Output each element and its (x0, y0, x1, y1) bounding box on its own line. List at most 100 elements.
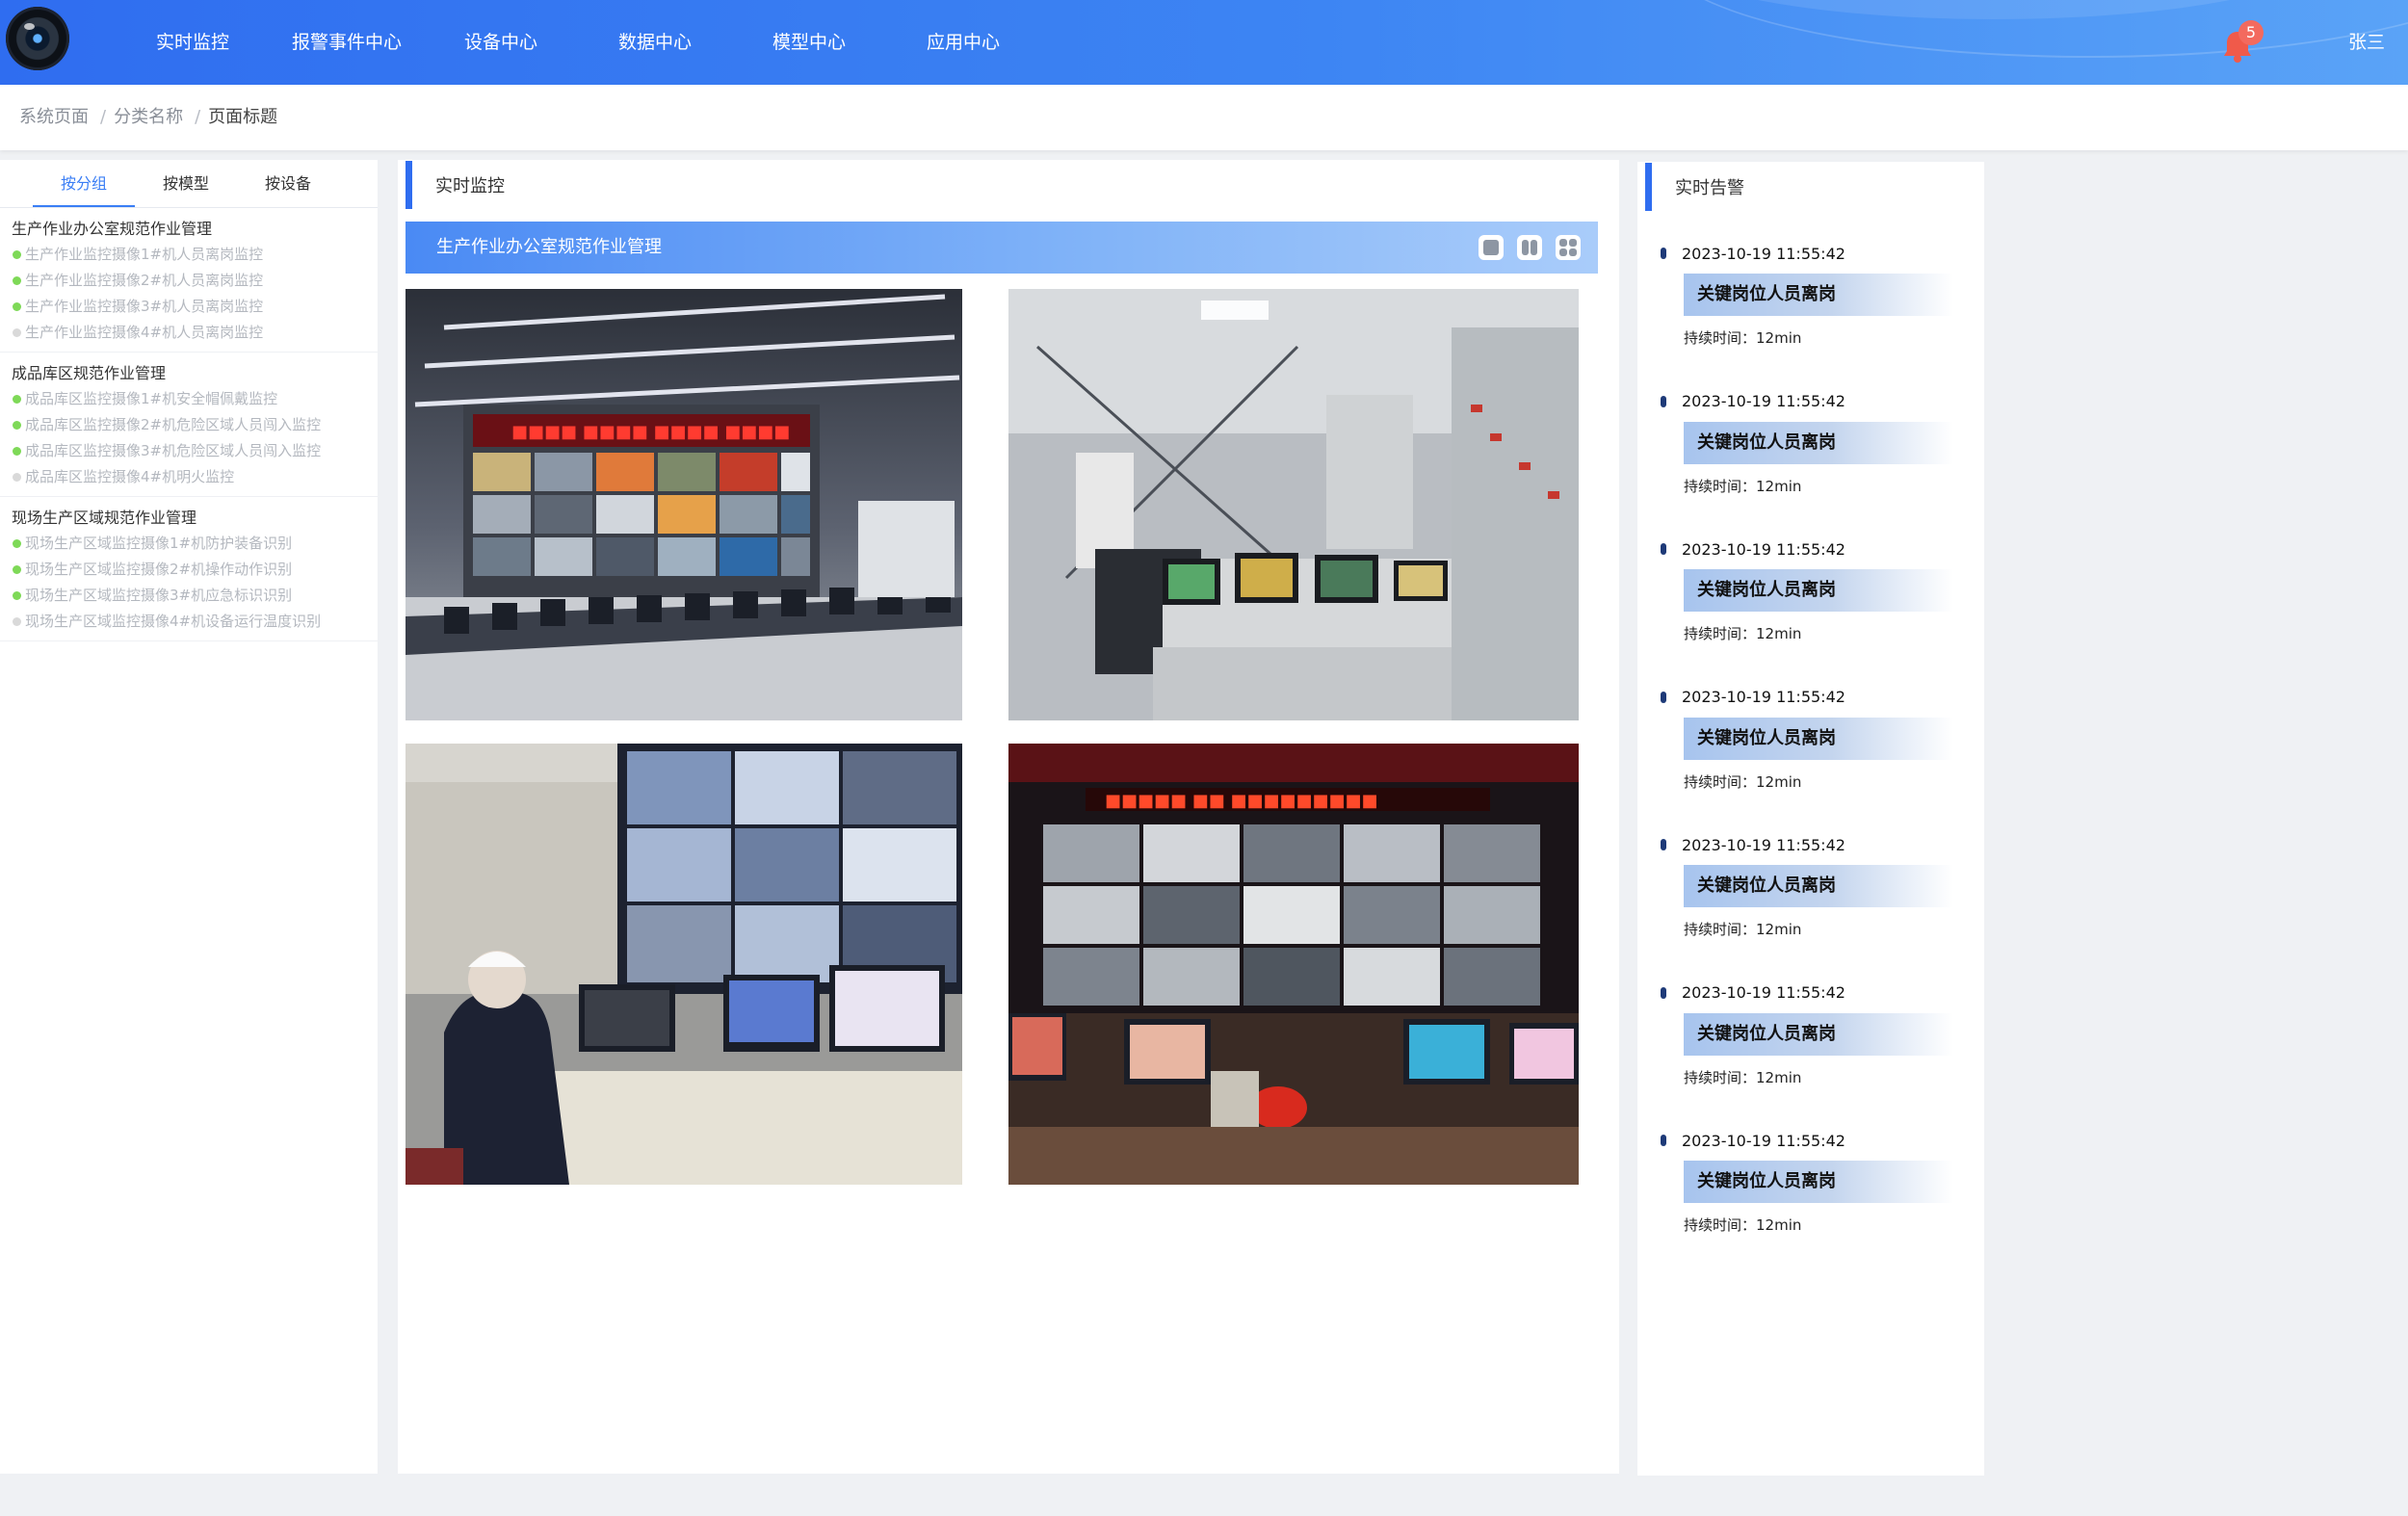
camera-name: 成品库区监控摄像4#机明火监控 (25, 468, 235, 485)
four-grid-layout-icon[interactable] (1556, 235, 1581, 260)
alert-time-row: 2023-10-19 11:55:42 (1661, 982, 1969, 1004)
camera-list-item[interactable]: 生产作业监控摄像3#机人员离岗监控 (0, 294, 378, 320)
main-nav: 实时监控 报警事件中心 设备中心 数据中心 模型中心 应用中心 (116, 0, 1040, 85)
camera-feed-electrical-room[interactable] (1008, 289, 1579, 720)
camera-list-item[interactable]: 成品库区监控摄像1#机安全帽佩戴监控 (0, 386, 378, 412)
tab-by-device[interactable]: 按设备 (237, 160, 339, 207)
two-column-layout-icon[interactable] (1517, 235, 1542, 260)
camera-list-item[interactable]: 现场生产区域监控摄像2#机操作动作识别 (0, 557, 378, 583)
status-dot-icon (13, 617, 21, 626)
alert-time-row: 2023-10-19 11:55:42 (1661, 391, 1969, 412)
status-dot-icon (13, 395, 21, 404)
alert-type: 关键岗位人员离岗 (1684, 865, 1953, 907)
alert-time-row: 2023-10-19 11:55:42 (1661, 538, 1969, 560)
alert-type: 关键岗位人员离岗 (1684, 1161, 1953, 1203)
breadcrumb-item-system[interactable]: 系统页面 (19, 85, 89, 150)
camera-name: 成品库区监控摄像1#机安全帽佩戴监控 (25, 390, 278, 407)
duration-value: 12min (1756, 477, 1802, 495)
single-layout-icon[interactable] (1479, 235, 1504, 260)
status-dot-icon (13, 250, 21, 259)
notification-count-badge[interactable]: 5 (2238, 20, 2264, 45)
camera-list-item[interactable]: 现场生产区域监控摄像3#机应急标识识别 (0, 583, 378, 609)
status-dot-icon (13, 447, 21, 456)
alert-time-row: 2023-10-19 11:55:42 (1661, 834, 1969, 855)
section-title: 实时监控 (435, 176, 505, 196)
duration-value: 12min (1756, 625, 1802, 642)
status-dot-icon (13, 473, 21, 482)
tab-by-group[interactable]: 按分组 (33, 160, 135, 207)
timeline-marker-icon (1661, 691, 1666, 703)
nav-item-app-center[interactable]: 应用中心 (886, 0, 1040, 85)
camera-feed-control-room[interactable]: ■■■■ ■■■■ ■■■■ ■■■■ (406, 289, 962, 720)
nav-item-alarm-center[interactable]: 报警事件中心 (270, 0, 424, 85)
alert-duration: 持续时间：12min (1684, 623, 1969, 643)
camera-list-item[interactable]: 成品库区监控摄像4#机明火监控 (0, 464, 378, 490)
camera-list-item[interactable]: 现场生产区域监控摄像4#机设备运行温度识别 (0, 609, 378, 635)
alert-type: 关键岗位人员离岗 (1684, 1012, 1953, 1056)
camera-tree-panel: 按分组 按模型 按设备 生产作业办公室规范作业管理生产作业监控摄像1#机人员离岗… (0, 160, 378, 1474)
duration-label: 持续时间： (1684, 477, 1757, 495)
camera-list-item[interactable]: 生产作业监控摄像1#机人员离岗监控 (0, 242, 378, 268)
tab-by-model[interactable]: 按模型 (135, 160, 237, 207)
camera-feed-cctv-wall[interactable]: ■■■■■ ■■ ■■■■■■■■■ (1008, 744, 1579, 1185)
camera-list-item[interactable]: 成品库区监控摄像3#机危险区域人员闯入监控 (0, 438, 378, 464)
alert-item[interactable]: 2023-10-19 11:55:42 关键岗位人员离岗持续时间：12min (1661, 1130, 1969, 1235)
nav-item-model-center[interactable]: 模型中心 (732, 0, 886, 85)
alert-time-row: 2023-10-19 11:55:42 (1661, 1130, 1969, 1151)
camera-group: 现场生产区域规范作业管理 现场生产区域监控摄像1#机防护装备识别 现场生产区域监控摄… (0, 497, 378, 641)
alert-item[interactable]: 2023-10-19 11:55:42 关键岗位人员离岗 持续时间：12min (1661, 243, 1969, 348)
status-dot-icon (13, 565, 21, 574)
nav-item-device-center[interactable]: 设备中心 (424, 0, 578, 85)
camera-group-title[interactable]: 生产作业办公室规范作业管理 (0, 216, 378, 242)
duration-value: 12min (1756, 921, 1802, 938)
alert-type: 关键岗位人员离岗 (1684, 421, 1953, 464)
alert-item[interactable]: 2023-10-19 11:55:42 关键岗位人员离岗 持续时间：12min (1661, 538, 1969, 643)
alert-duration: 持续时间：12min (1684, 1067, 1969, 1087)
nav-item-realtime-monitor[interactable]: 实时监控 (116, 0, 270, 85)
camera-group-title[interactable]: 现场生产区域规范作业管理 (0, 505, 378, 531)
status-dot-icon (13, 421, 21, 430)
alert-time: 2023-10-19 11:55:42 (1682, 688, 1845, 706)
camera-group: 成品库区规范作业管理成品库区监控摄像1#机安全帽佩戴监控成品库区监控摄像2#机危… (0, 353, 378, 497)
camera-group: 生产作业办公室规范作业管理生产作业监控摄像1#机人员离岗监控 生产作业监控摄像2#… (0, 208, 378, 353)
alert-duration: 持续时间：12min (1684, 1215, 1969, 1235)
camera-list-item[interactable]: 生产作业监控摄像2#机人员离岗监控 (0, 268, 378, 294)
camera-name: 生产作业监控摄像1#机人员离岗监控 (25, 246, 264, 263)
breadcrumb-separator: / (195, 107, 201, 127)
camera-list-item[interactable]: 生产作业监控摄像4#机人员离岗监控 (0, 320, 378, 346)
camera-feed-operator-station[interactable] (406, 744, 962, 1185)
alert-time-row: 2023-10-19 11:55:42 (1661, 687, 1969, 708)
group-title-bar: 生产作业办公室规范作业管理 (406, 222, 1598, 274)
alert-item[interactable]: 2023-10-19 11:55:42 关键岗位人员离岗持续时间：12min (1661, 834, 1969, 939)
status-dot-icon (13, 591, 21, 600)
camera-group-title[interactable]: 成品库区规范作业管理 (0, 360, 378, 386)
alert-time: 2023-10-19 11:55:42 (1682, 835, 1845, 854)
breadcrumb-bar: 系统页面 / 分类名称 / 页面标题 (0, 85, 2408, 150)
alert-type: 关键岗位人员离岗 (1684, 274, 1953, 316)
alert-item[interactable]: 2023-10-19 11:55:42 关键岗位人员离岗 持续时间：12min (1661, 687, 1969, 792)
camera-name: 现场生产区域监控摄像2#机操作动作识别 (25, 561, 293, 578)
nav-item-data-center[interactable]: 数据中心 (578, 0, 732, 85)
camera-list-item[interactable]: 成品库区监控摄像2#机危险区域人员闯入监控 (0, 412, 378, 438)
breadcrumb-item-category[interactable]: 分类名称 (114, 85, 183, 150)
camera-name: 现场生产区域监控摄像3#机应急标识识别 (25, 587, 293, 604)
alert-item[interactable]: 2023-10-19 11:55:42 关键岗位人员离岗持续时间：12min (1661, 391, 1969, 496)
alert-duration: 持续时间：12min (1684, 919, 1969, 939)
alert-duration: 持续时间：12min (1684, 771, 1969, 792)
duration-label: 持续时间： (1684, 329, 1757, 347)
duration-value: 12min (1756, 329, 1802, 347)
status-dot-icon (13, 276, 21, 285)
user-name[interactable]: 张三 (2348, 0, 2385, 85)
breadcrumb: 系统页面 / 分类名称 / 页面标题 (19, 85, 277, 150)
timeline-marker-icon (1661, 543, 1666, 555)
camera-lens-logo[interactable] (6, 7, 69, 70)
camera-name: 生产作业监控摄像2#机人员离岗监控 (25, 272, 264, 289)
group-title: 生产作业办公室规范作业管理 (436, 237, 662, 257)
camera-group-list: 生产作业办公室规范作业管理生产作业监控摄像1#机人员离岗监控 生产作业监控摄像2#… (0, 208, 378, 641)
alert-time: 2023-10-19 11:55:42 (1682, 1131, 1845, 1150)
alert-item[interactable]: 2023-10-19 11:55:42 关键岗位人员离岗持续时间：12min (1661, 982, 1969, 1087)
camera-list-item[interactable]: 现场生产区域监控摄像1#机防护装备识别 (0, 531, 378, 557)
svg-text:■■■■ ■■■■ ■■■■ ■■■■: ■■■■ ■■■■ ■■■■ ■■■■ (511, 422, 790, 442)
status-dot-icon (13, 328, 21, 337)
camera-name: 生产作业监控摄像4#机人员离岗监控 (25, 324, 264, 341)
